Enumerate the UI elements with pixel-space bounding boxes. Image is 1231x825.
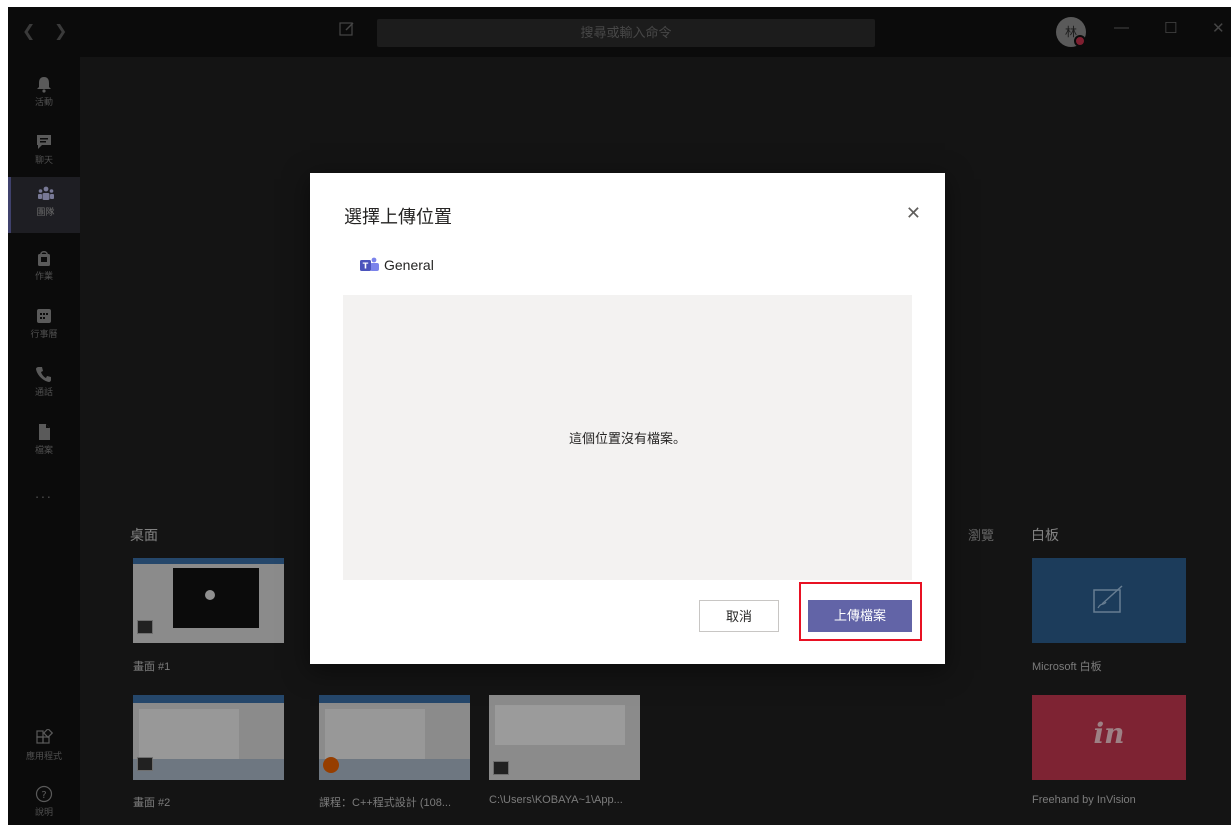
svg-text:T: T [363, 262, 369, 271]
dialog-title: 選擇上傳位置 [344, 207, 452, 227]
close-icon[interactable]: ✕ [906, 203, 921, 224]
empty-state-message: 這個位置沒有檔案。 [568, 431, 686, 446]
teams-window: ❮ ❯ 搜尋或輸入命令 林 — ☐ ✕ 活動 聊天 團隊 作業 行事曆 通話 檔… [8, 7, 1231, 825]
teams-logo-icon: T [360, 257, 379, 271]
annotation-highlight [799, 582, 922, 641]
channel-name: General [384, 257, 434, 273]
file-list-area: 這個位置沒有檔案。 [343, 295, 912, 580]
cancel-button[interactable]: 取消 [699, 600, 779, 632]
